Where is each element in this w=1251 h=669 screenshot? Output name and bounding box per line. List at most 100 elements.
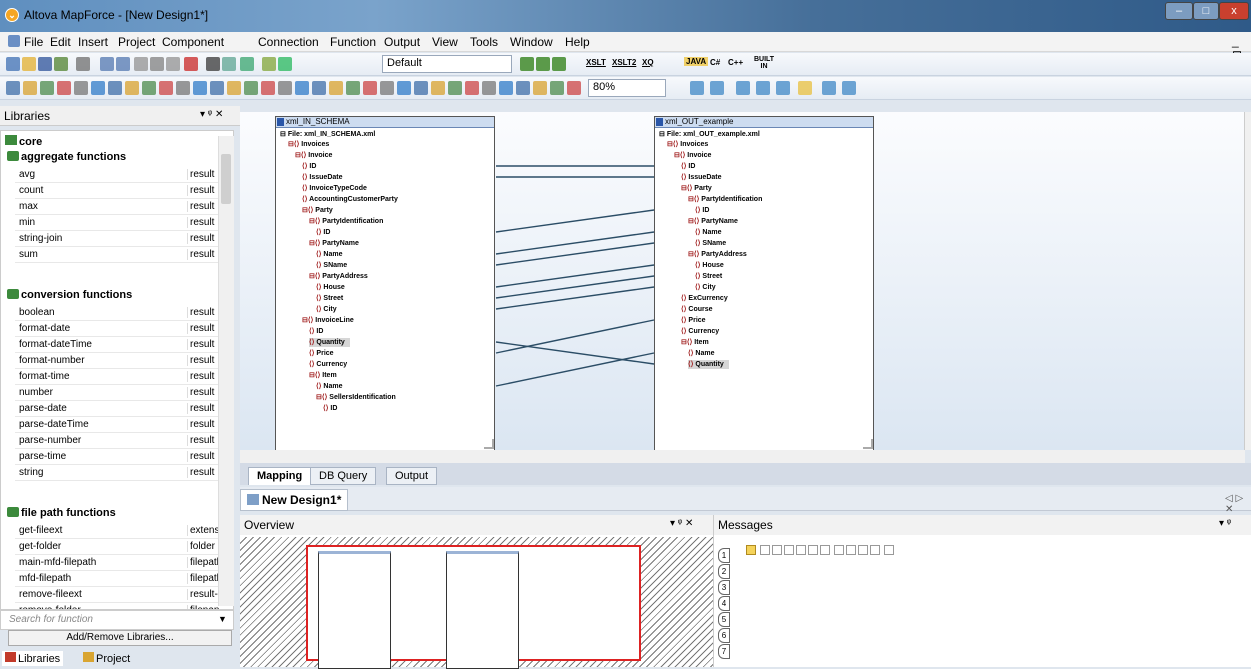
toolbar-icon[interactable] [125,81,139,95]
toolbar-icon[interactable] [100,57,114,71]
toolbar-icon[interactable] [159,81,173,95]
menu-insert[interactable]: Insert [78,35,108,49]
toolbar-icon[interactable] [329,81,343,95]
tab-libraries[interactable]: Libraries [2,651,64,666]
resize-grip[interactable] [863,439,873,449]
xslt-button[interactable]: XSLT [586,58,606,67]
tab-project[interactable]: Project [80,651,133,666]
toolbar-icon[interactable] [74,81,88,95]
toolbar-icon[interactable] [756,81,770,95]
toolbar-icon[interactable] [842,81,856,95]
tree-node[interactable]: ⟨⟩ City [316,305,337,314]
library-scrollbar[interactable] [218,136,234,606]
toolbar-icon[interactable] [76,57,90,71]
tree-node[interactable]: ⟨⟩ Street [695,272,722,281]
tree-node[interactable]: ⟨⟩ ID [316,228,330,237]
tree-node[interactable]: ⟨⟩ Currency [681,327,719,336]
toolbar-icon[interactable] [210,81,224,95]
connection-line[interactable] [495,264,655,288]
tree-node[interactable]: ⊟⟨⟩ Invoices [288,140,329,149]
resize-grip[interactable] [484,439,494,449]
function-row[interactable]: avg result [15,167,219,183]
tree-node[interactable]: ⟨⟩ ID [309,327,323,336]
message-filter-icon[interactable] [846,545,856,555]
tree-node[interactable]: ⟨⟩ ID [681,162,695,171]
menu-file[interactable]: File [24,35,43,49]
canvas-horizontal-scrollbar[interactable] [240,450,1245,463]
toolbar-icon[interactable] [499,81,513,95]
message-tab-5[interactable]: 5 [718,612,730,627]
connection-line[interactable] [495,209,655,233]
tree-node[interactable]: ⟨⟩ ExCurrency [681,294,728,303]
toolbar-icon[interactable] [6,81,20,95]
message-filter-icon[interactable] [884,545,894,555]
connection-line[interactable] [495,286,655,310]
tree-node[interactable]: ⊟⟨⟩ PartyName [309,239,359,248]
message-filter-icon[interactable] [834,545,844,555]
toolbar-icon[interactable] [431,81,445,95]
connection-line[interactable] [495,275,655,299]
toolbar-icon[interactable] [776,81,790,95]
library-root[interactable]: core [5,135,42,148]
toolbar-icon[interactable] [346,81,360,95]
toolbar-icon[interactable] [166,57,180,71]
message-tab-6[interactable]: 6 [718,628,730,643]
toolbar-icon[interactable] [142,81,156,95]
tree-node[interactable]: ⟨⟩ House [316,283,345,292]
tree-node[interactable]: ⊟⟨⟩ PartyIdentification [688,195,762,204]
toolbar-icon[interactable] [240,57,254,71]
message-filter-icon[interactable] [870,545,880,555]
add-remove-libraries-button[interactable]: Add/Remove Libraries... [8,630,232,646]
tree-node[interactable]: ⟨⟩ Street [316,294,343,303]
tree-node[interactable]: ⟨⟩ Course [681,305,713,314]
toolbar-icon[interactable] [184,57,198,71]
tree-node[interactable]: ⟨⟩ Price [681,316,706,325]
tree-node[interactable]: ⟨⟩ InvoiceTypeCode [302,184,367,193]
toolbar-icon[interactable] [222,57,236,71]
function-row[interactable]: mfd-filepath filepatl [15,571,219,587]
function-row[interactable]: parse-time result [15,449,219,465]
function-row[interactable]: main-mfd-filepath filepatl [15,555,219,571]
message-filter-icon[interactable] [760,545,770,555]
mapping-canvas[interactable]: xml_IN_SCHEMA ⊟ File: xml_IN_SCHEMA.xml … [240,112,1245,451]
zoom-combo[interactable]: 80% [588,79,666,97]
tree-node[interactable]: ⊟⟨⟩ InvoiceLine [302,316,354,325]
tree-node[interactable]: ⊟⟨⟩ Item [309,371,337,380]
tree-node[interactable]: ⊟⟨⟩ SellersIdentification [316,393,396,402]
menu-help[interactable]: Help [565,35,590,49]
toolbar-icon[interactable] [227,81,241,95]
tree-node[interactable]: ⟨⟩ ID [695,206,709,215]
toolbar-icon[interactable] [22,57,36,71]
function-row[interactable]: format-dateTime result [15,337,219,353]
tree-node[interactable]: ⟨⟩ IssueDate [681,173,722,182]
cpp-button[interactable]: C++ [728,58,743,67]
tree-node[interactable]: ⊟⟨⟩ PartyAddress [309,272,368,281]
tab-output[interactable]: Output [386,467,438,485]
message-filter-icon[interactable] [746,545,756,555]
tree-node[interactable]: ⊟⟨⟩ Invoice [295,151,332,160]
document-tab[interactable]: New Design1* [240,489,349,511]
toolbar-icon[interactable] [91,81,105,95]
language-combo[interactable]: Default [382,55,512,73]
tree-node[interactable]: ⟨⟩ Name [695,228,722,237]
target-component-header[interactable]: xml_OUT_example [655,117,873,128]
toolbar-icon[interactable] [57,81,71,95]
toolbar-icon[interactable] [244,81,258,95]
library-group[interactable]: aggregate functions [7,151,126,163]
message-tab-4[interactable]: 4 [718,596,730,611]
toolbar-icon[interactable] [261,81,275,95]
tree-node[interactable]: ⊟⟨⟩ Invoices [667,140,708,149]
tree-node[interactable]: ⟨⟩ City [695,283,716,292]
pane-controls-icon[interactable]: ▾ ᵠ ✕ [200,109,223,120]
tab-mapping[interactable]: Mapping [248,467,312,485]
toolbar-icon[interactable] [567,81,581,95]
message-tab-3[interactable]: 3 [718,580,730,595]
menu-component[interactable]: Component [162,35,224,49]
message-filter-icon[interactable] [796,545,806,555]
toolbar-icon[interactable] [134,57,148,71]
function-search-input[interactable]: Search for function [0,610,234,630]
library-group[interactable]: file path functions [7,507,116,519]
menu-function[interactable]: Function [330,35,376,49]
tree-node[interactable]: ⟨⟩ AccountingCustomerParty [302,195,398,204]
connection-line[interactable] [495,352,655,387]
